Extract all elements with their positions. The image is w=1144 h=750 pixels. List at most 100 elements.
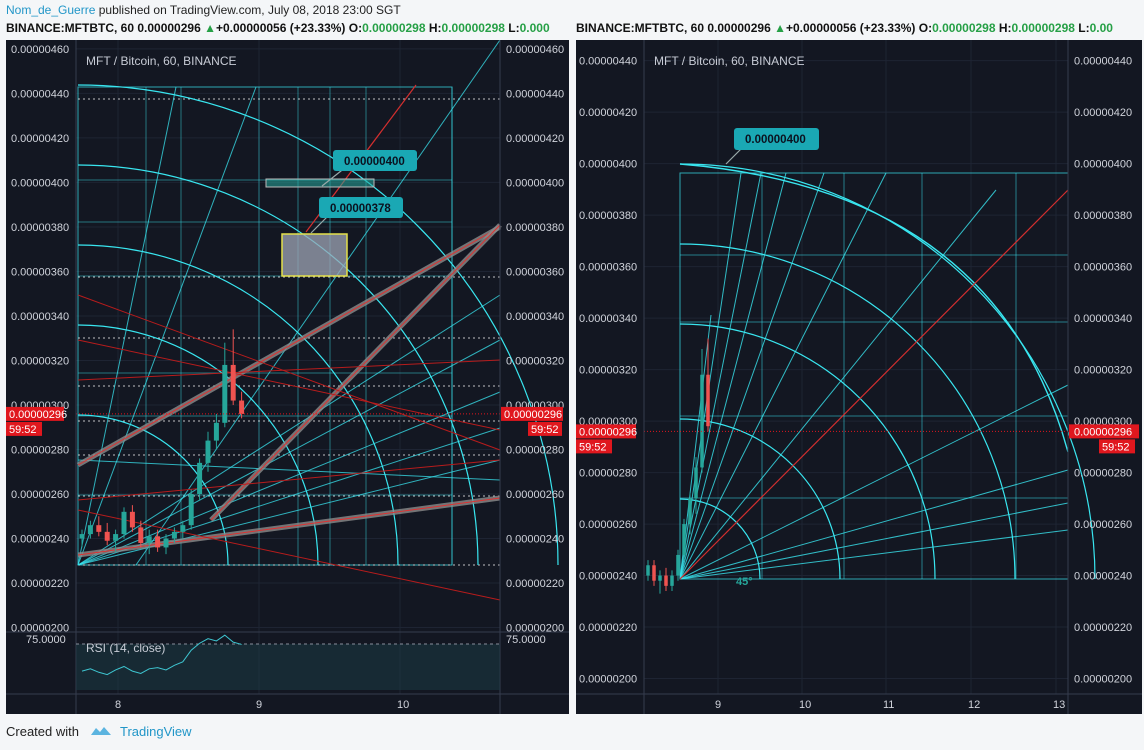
- y-tick-label-right: 0.00000260: [506, 489, 564, 501]
- gann-arc-outer: [679, 163, 1069, 453]
- high-label: H:: [998, 21, 1012, 35]
- angle-label: 45°: [736, 576, 753, 588]
- callout-pointer: [310, 215, 329, 234]
- high-value: 0.00000298: [441, 21, 505, 35]
- y-tick-label-left: 0.00000320: [11, 355, 69, 367]
- y-tick-label-right: 0.00000400: [1074, 159, 1132, 171]
- y-tick-label-right: 0.00000240: [506, 534, 564, 546]
- trend-line: [77, 359, 501, 381]
- high-label: H:: [428, 21, 442, 35]
- gann-arc: [77, 164, 479, 566]
- candle: [213, 413, 219, 450]
- countdown-label-right: 59:52: [531, 424, 559, 436]
- y-tick-label-left: 0.00000260: [11, 489, 69, 501]
- y-tick-label-right: 0.00000220: [506, 578, 564, 590]
- ticker-bar-left: BINANCE:MFTBTC, 60 0.00000296 ▲+0.000000…: [6, 21, 569, 39]
- y-tick-label-left: 0.00000380: [11, 222, 69, 234]
- candle: [658, 570, 662, 594]
- open-value: 0.00000298: [362, 21, 426, 35]
- price-callout-label: 0.00000400: [745, 134, 806, 146]
- chart-right-svg[interactable]: 45° 0.00000400 0.00000440 0.00000440 0.0000…: [576, 40, 1142, 714]
- y-tick-label-right: 0.00000380: [1074, 210, 1132, 222]
- y-tick-label-left: 0.00000260: [579, 519, 637, 531]
- x-tick-label: 13: [1053, 699, 1065, 711]
- y-tick-label-left: 0.00000240: [11, 534, 69, 546]
- y-tick-label-left: 0.00000340: [579, 313, 637, 325]
- candle: [652, 560, 656, 586]
- y-tick-label-right: 0.00000340: [1074, 313, 1132, 325]
- y-tick-label-left: 0.00000200: [11, 623, 69, 635]
- y-tick-label-left: 0.00000280: [579, 468, 637, 480]
- candle-body: [652, 565, 656, 581]
- highlight-strip: [265, 178, 375, 188]
- callout-pointer: [725, 147, 743, 165]
- candle: [129, 505, 135, 532]
- y-tick-label-left: 0.00000320: [579, 365, 637, 377]
- y-tick-label-right: 0.00000320: [1074, 365, 1132, 377]
- chart-panel-left[interactable]: 0.00000400 0.00000378 0.00000460 0.0000046…: [6, 40, 569, 714]
- candle: [121, 507, 127, 539]
- y-tick-label-left: 0.00000340: [11, 311, 69, 323]
- candle-body: [87, 525, 93, 535]
- y-tick-label-left: 0.00000200: [579, 674, 637, 686]
- y-tick-label-left: 0.00000240: [579, 571, 637, 583]
- chart-left-svg[interactable]: 0.00000400 0.00000378 0.00000460 0.0000046…: [6, 40, 569, 714]
- rsi-level-label-right: 75.0000: [506, 634, 546, 646]
- countdown-label-left: 59:52: [579, 441, 607, 453]
- fan-line: [679, 172, 762, 580]
- up-arrow-icon: ▲: [774, 21, 786, 35]
- y-tick-label-right: 0.00000380: [506, 222, 564, 234]
- y-tick-label-right: 0.00000440: [1074, 56, 1132, 68]
- candle-body: [239, 400, 245, 414]
- candle: [138, 520, 144, 548]
- ticker-symbol[interactable]: BINANCE:MFTBTC, 60: [576, 21, 704, 35]
- up-arrow-icon: ▲: [204, 21, 216, 35]
- y-tick-label-right: 0.00000420: [506, 133, 564, 145]
- y-tick-label-right: 0.00000440: [506, 88, 564, 100]
- tradingview-logo-icon: [90, 727, 111, 735]
- y-tick-label-right: 0.00000260: [1074, 519, 1132, 531]
- open-label: O:: [918, 21, 933, 35]
- y-tick-label-right: 0.00000200: [1074, 674, 1132, 686]
- candle-body: [213, 422, 219, 441]
- candle-body: [676, 554, 680, 576]
- chart-panel-right[interactable]: 45° 0.00000400 0.00000440 0.00000440 0.0000…: [576, 40, 1142, 714]
- chart-title: MFT / Bitcoin, 60, BINANCE: [86, 54, 237, 68]
- ticker-change: +0.00000056 (+23.33%): [215, 21, 346, 35]
- footer: Created with TradingView: [6, 724, 192, 739]
- y-tick-label-left: 0.00000420: [579, 107, 637, 119]
- fan-line: [679, 172, 787, 580]
- candle-body: [180, 525, 186, 532]
- countdown-label-left: 59:52: [9, 424, 37, 436]
- y-tick-label-right: 0.00000320: [506, 355, 564, 367]
- y-tick-label-left: 0.00000220: [579, 622, 637, 634]
- y-tick-label-left: 0.00000420: [11, 133, 69, 145]
- low-label: L:: [508, 21, 520, 35]
- x-tick-label: 11: [883, 699, 894, 711]
- x-tick-label: 10: [397, 699, 409, 711]
- high-value: 0.00000298: [1011, 21, 1075, 35]
- y-tick-label-right: 0.00000220: [1074, 622, 1132, 634]
- candle: [96, 516, 102, 537]
- candle: [664, 567, 668, 592]
- last-price-label-left: 0.00000296: [9, 409, 67, 421]
- candle-body: [205, 440, 211, 463]
- candle-body: [138, 527, 144, 543]
- candle: [146, 529, 152, 555]
- candle-body: [121, 511, 127, 535]
- rsi-label: RSI (14, close): [86, 641, 165, 655]
- y-tick-label-right: 0.00000420: [1074, 107, 1132, 119]
- ticker-symbol[interactable]: BINANCE:MFTBTC, 60: [6, 21, 134, 35]
- candle-body: [700, 374, 704, 468]
- x-tick-label: 9: [256, 699, 262, 711]
- tradingview-link[interactable]: TradingView: [120, 724, 192, 739]
- candle-body: [104, 531, 110, 541]
- rsi-level-label-left: 75.0000: [26, 634, 66, 646]
- candle: [670, 570, 674, 592]
- author-link[interactable]: Nom_de_Guerre: [6, 3, 95, 17]
- candle-body: [96, 525, 102, 532]
- x-tick-label: 10: [799, 699, 811, 711]
- candle-body: [197, 462, 203, 495]
- candle-body: [146, 536, 152, 543]
- x-tick-label: 9: [715, 699, 721, 711]
